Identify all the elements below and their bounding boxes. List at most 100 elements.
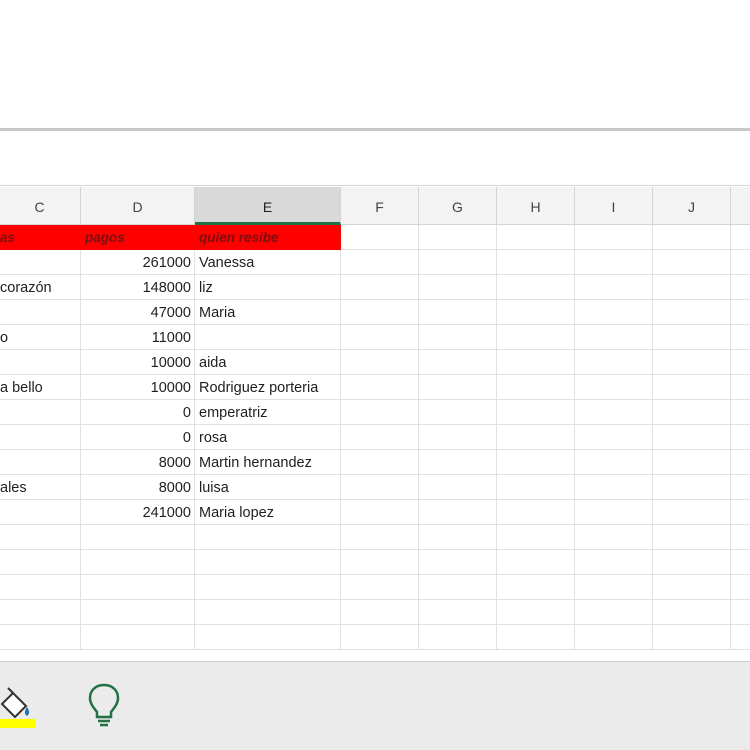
cell[interactable]: [419, 225, 497, 250]
fill-color-button[interactable]: [0, 680, 44, 730]
cell-pagos[interactable]: [81, 600, 195, 625]
cell-pagos[interactable]: 8000: [81, 450, 195, 475]
cell-c[interactable]: [0, 350, 81, 375]
cell[interactable]: [575, 625, 653, 650]
cell-quien-resibe[interactable]: Martin hernandez: [195, 450, 341, 475]
column-header-g[interactable]: G: [419, 187, 497, 225]
cell[interactable]: [419, 375, 497, 400]
cell[interactable]: [341, 475, 419, 500]
cell[interactable]: [497, 625, 575, 650]
cell[interactable]: [419, 475, 497, 500]
cell[interactable]: [341, 425, 419, 450]
cell-c[interactable]: corazón: [0, 275, 81, 300]
cell[interactable]: [575, 575, 653, 600]
cell[interactable]: [653, 375, 731, 400]
cell[interactable]: [497, 300, 575, 325]
cell-pagos[interactable]: [81, 575, 195, 600]
header-cell-quien-resibe[interactable]: quien resibe: [195, 225, 341, 250]
cell[interactable]: [575, 475, 653, 500]
header-cell-c[interactable]: as: [0, 225, 81, 250]
cell-pagos[interactable]: 10000: [81, 375, 195, 400]
formula-input[interactable]: [0, 131, 750, 186]
cell-quien-resibe[interactable]: [195, 525, 341, 550]
cell-quien-resibe[interactable]: [195, 600, 341, 625]
cell-quien-resibe[interactable]: Maria: [195, 300, 341, 325]
cell-pagos[interactable]: 0: [81, 425, 195, 450]
cell[interactable]: [575, 275, 653, 300]
cell-quien-resibe[interactable]: Vanessa: [195, 250, 341, 275]
cell-c[interactable]: [0, 625, 81, 650]
cell-pagos[interactable]: 241000: [81, 500, 195, 525]
cell-quien-resibe[interactable]: Maria lopez: [195, 500, 341, 525]
cell-quien-resibe[interactable]: emperatriz: [195, 400, 341, 425]
cell[interactable]: [575, 600, 653, 625]
cell[interactable]: [419, 275, 497, 300]
column-header-d[interactable]: D: [81, 187, 195, 225]
cell-pagos[interactable]: 148000: [81, 275, 195, 300]
cell[interactable]: [419, 250, 497, 275]
column-header-e[interactable]: E: [195, 187, 341, 225]
cell[interactable]: [419, 500, 497, 525]
cell[interactable]: [419, 625, 497, 650]
cell[interactable]: [341, 275, 419, 300]
cell[interactable]: [575, 250, 653, 275]
cell[interactable]: [575, 300, 653, 325]
cell[interactable]: [341, 325, 419, 350]
cell[interactable]: [653, 500, 731, 525]
cell[interactable]: [419, 400, 497, 425]
cell[interactable]: [575, 325, 653, 350]
cell[interactable]: [341, 575, 419, 600]
cell-pagos[interactable]: 8000: [81, 475, 195, 500]
cell[interactable]: [575, 450, 653, 475]
cell[interactable]: [419, 350, 497, 375]
cell-c[interactable]: [0, 525, 81, 550]
cell-pagos[interactable]: 11000: [81, 325, 195, 350]
cell[interactable]: [653, 225, 731, 250]
cell[interactable]: [653, 625, 731, 650]
column-header-k[interactable]: [731, 187, 750, 225]
cell-quien-resibe[interactable]: [195, 625, 341, 650]
cell[interactable]: [653, 550, 731, 575]
cell[interactable]: [497, 525, 575, 550]
cell-c[interactable]: [0, 250, 81, 275]
cell[interactable]: [653, 600, 731, 625]
cell-c[interactable]: o: [0, 325, 81, 350]
cell-quien-resibe[interactable]: rosa: [195, 425, 341, 450]
cell[interactable]: [497, 225, 575, 250]
cell-pagos[interactable]: [81, 625, 195, 650]
cell[interactable]: [341, 400, 419, 425]
column-header-f[interactable]: F: [341, 187, 419, 225]
cell-pagos[interactable]: [81, 525, 195, 550]
cell-quien-resibe[interactable]: Rodriguez porteria: [195, 375, 341, 400]
column-header-i[interactable]: I: [575, 187, 653, 225]
cell-pagos[interactable]: 261000: [81, 250, 195, 275]
cell-c[interactable]: [0, 500, 81, 525]
cell[interactable]: [497, 500, 575, 525]
cell-quien-resibe[interactable]: [195, 575, 341, 600]
cell[interactable]: [419, 425, 497, 450]
cell[interactable]: [497, 450, 575, 475]
cell[interactable]: [575, 425, 653, 450]
cell[interactable]: [575, 400, 653, 425]
column-header-h[interactable]: H: [497, 187, 575, 225]
cell[interactable]: [341, 600, 419, 625]
cell-pagos[interactable]: 47000: [81, 300, 195, 325]
cell[interactable]: [653, 250, 731, 275]
cell[interactable]: [575, 500, 653, 525]
cell[interactable]: [341, 550, 419, 575]
cell[interactable]: [497, 550, 575, 575]
cell-c[interactable]: a bello: [0, 375, 81, 400]
cell[interactable]: [575, 225, 653, 250]
cell[interactable]: [419, 550, 497, 575]
cell[interactable]: [419, 600, 497, 625]
cell[interactable]: [341, 500, 419, 525]
cell-pagos[interactable]: 0: [81, 400, 195, 425]
cell-quien-resibe[interactable]: [195, 325, 341, 350]
ideas-button[interactable]: [80, 680, 128, 730]
cell[interactable]: [497, 275, 575, 300]
cell-c[interactable]: [0, 300, 81, 325]
cell-c[interactable]: [0, 600, 81, 625]
cell[interactable]: [575, 525, 653, 550]
cell[interactable]: [575, 375, 653, 400]
cell[interactable]: [497, 350, 575, 375]
